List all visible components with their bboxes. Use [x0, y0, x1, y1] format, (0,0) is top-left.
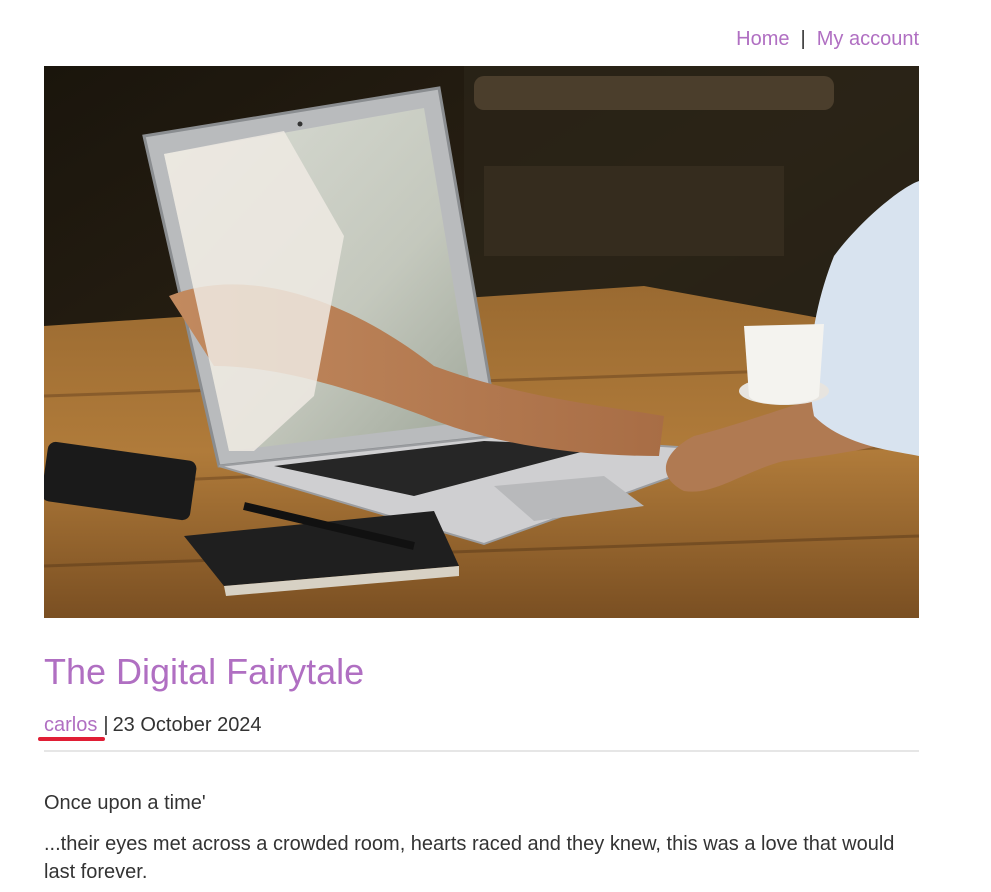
- top-nav: Home | My account: [736, 27, 919, 51]
- author-annotation-underline: [38, 737, 105, 741]
- home-link[interactable]: Home: [736, 28, 789, 50]
- my-account-link[interactable]: My account: [817, 28, 919, 50]
- author-link[interactable]: carlos: [44, 714, 97, 736]
- post-date: 23 October 2024: [112, 714, 262, 736]
- hero-image: [44, 66, 919, 618]
- handshake-laptop-illustration: [44, 66, 919, 618]
- header-divider: [44, 750, 919, 752]
- post-title: The Digital Fairytale: [44, 651, 365, 692]
- nav-separator: |: [800, 28, 806, 50]
- byline-separator: |: [103, 714, 109, 736]
- post-paragraph: ...their eyes met across a crowded room,…: [44, 833, 895, 883]
- post-paragraph: Once upon a time': [44, 792, 206, 814]
- post-byline: carlos | 23 October 2024: [44, 713, 262, 737]
